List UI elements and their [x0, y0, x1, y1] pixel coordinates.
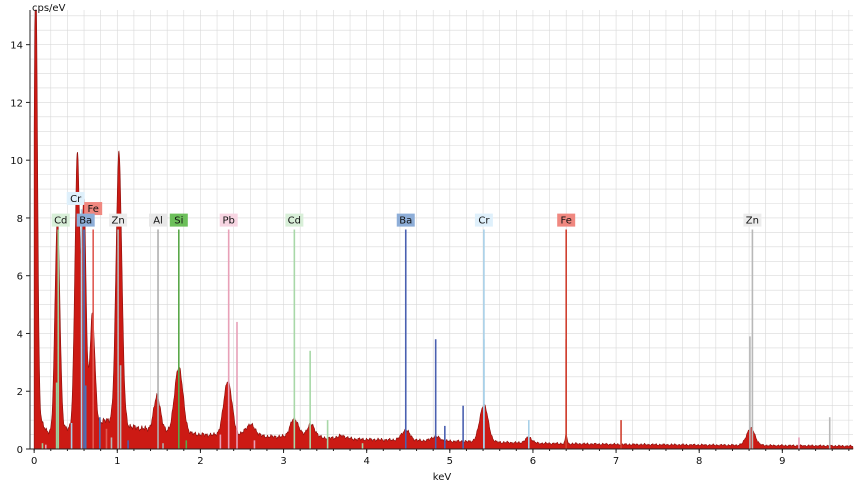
element-label-zn: Zn: [743, 213, 762, 227]
element-label-cd: Cd: [285, 213, 304, 227]
label-text: Pb: [222, 216, 234, 227]
element-label-fe: Fe: [557, 213, 576, 227]
y-tick-label: 4: [17, 329, 23, 340]
x-axis-label: keV: [433, 472, 452, 483]
element-labels: CdCrFeBa Zn Al Si Pb Cd Ba Cr Fe Zn: [51, 191, 762, 227]
label-text: Cd: [288, 216, 301, 227]
x-tick-label: 8: [696, 456, 702, 467]
label-text: Zn: [112, 216, 125, 227]
element-label-ba: Ba: [76, 213, 95, 227]
label-text: Al: [153, 216, 163, 227]
y-axis-label: cps/eV: [32, 3, 66, 14]
x-tick-label: 4: [363, 456, 369, 467]
label-text: Cd: [54, 216, 67, 227]
y-tick-label: 14: [10, 41, 23, 52]
y-tick-label: 6: [17, 272, 23, 283]
axes: 0 1 2 3 4 5 6 7 8 902468101214: [10, 10, 853, 467]
x-tick-label: 2: [197, 456, 203, 467]
spectrum-area: [33, 9, 854, 450]
y-tick-label: 10: [10, 156, 23, 167]
grid: [30, 10, 853, 450]
label-text: Cr: [70, 194, 82, 205]
x-tick-label: 9: [779, 456, 785, 467]
element-label-cr: Cr: [66, 191, 85, 205]
spectrum-series: [33, 9, 854, 450]
x-tick-label: 6: [530, 456, 536, 467]
y-tick-label: 0: [17, 445, 23, 456]
element-label-cd: Cd: [51, 213, 70, 227]
label-text: Zn: [746, 216, 759, 227]
x-tick-label: 7: [613, 456, 619, 467]
element-label-al: Al: [149, 213, 168, 227]
element-label-si: Si: [169, 213, 188, 227]
element-label-pb: Pb: [219, 213, 238, 227]
label-text: Si: [174, 216, 183, 227]
spectrum-chart: 0 1 2 3 4 5 6 7 8 902468101214 CdCrFeBa Zn Al Si Pb Cd…: [10, 3, 854, 483]
x-tick-label: 0: [31, 456, 37, 467]
element-label-ba: Ba: [396, 213, 415, 227]
element-label-fe: Fe: [84, 202, 103, 216]
x-tick-label: 1: [114, 456, 120, 467]
label-text: Ba: [399, 216, 412, 227]
element-label-zn: Zn: [109, 213, 128, 227]
x-tick-label: 3: [280, 456, 286, 467]
y-tick-label: 2: [17, 387, 23, 398]
y-tick-label: 8: [17, 214, 23, 225]
label-text: Cr: [478, 216, 490, 227]
label-text: Fe: [88, 204, 99, 215]
element-label-cr: Cr: [474, 213, 493, 227]
label-text: Ba: [79, 216, 92, 227]
label-text: Fe: [561, 216, 572, 227]
y-tick-label: 12: [10, 98, 23, 109]
x-tick-label: 5: [447, 456, 453, 467]
